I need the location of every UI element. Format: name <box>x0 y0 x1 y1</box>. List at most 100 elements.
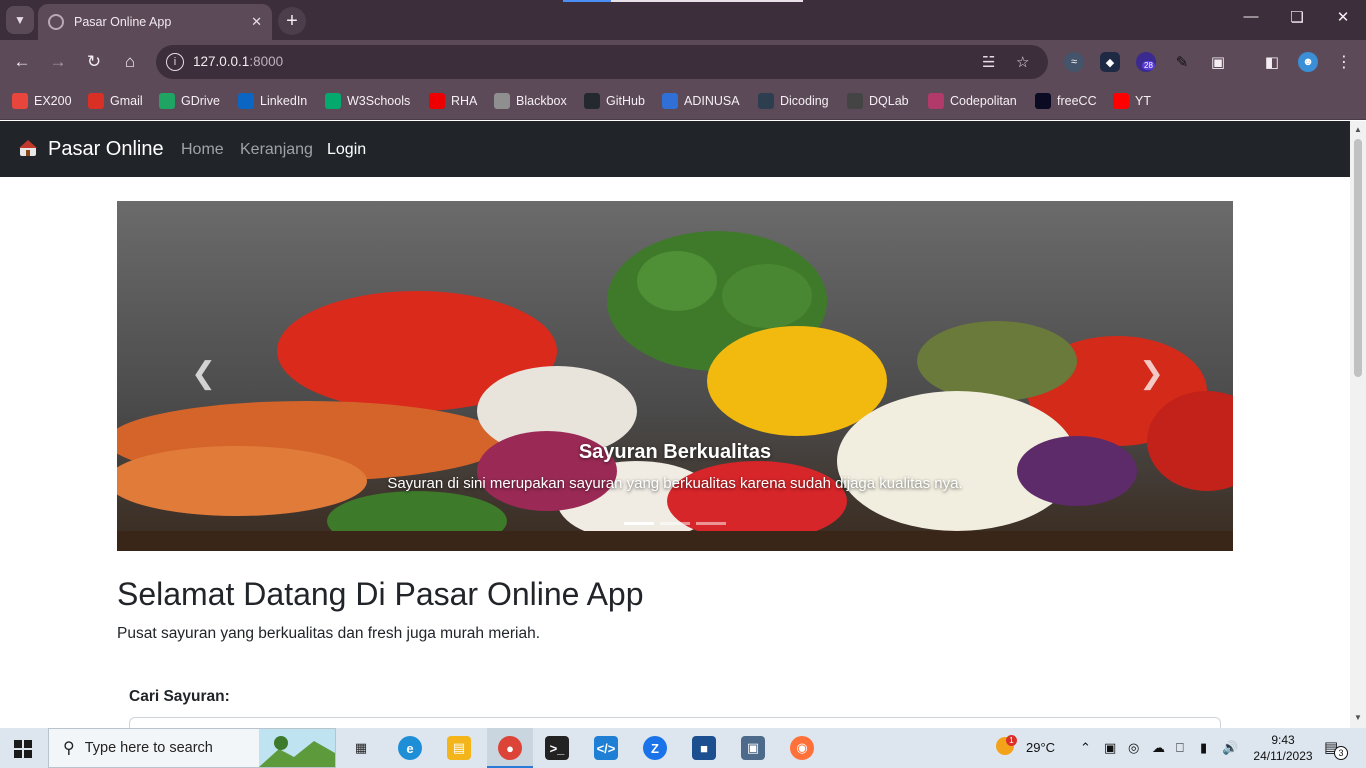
firefox-icon[interactable]: ◉ <box>790 736 814 760</box>
bookmark-label: DQLab <box>869 94 909 108</box>
forward-icon[interactable]: → <box>46 50 70 74</box>
weather-temp[interactable]: 29°C <box>1026 740 1055 755</box>
carousel-prev-icon[interactable]: ❮ <box>191 356 216 391</box>
nav-login[interactable]: Login <box>327 141 366 159</box>
notifications-icon[interactable]: ▤ 3 <box>1324 738 1348 760</box>
tab-title: Pasar Online App <box>74 15 172 29</box>
extensions-puzzle-icon[interactable]: ▣ <box>1208 52 1228 72</box>
reload-icon[interactable]: ↻ <box>82 50 106 74</box>
search-label: Cari Sayuran: <box>129 688 230 705</box>
bookmark-item[interactable]: Gmail <box>88 93 143 109</box>
windows-start-icon[interactable] <box>14 740 32 758</box>
bookmark-item[interactable]: EX200 <box>12 93 72 109</box>
bookmark-favicon-icon <box>159 93 175 109</box>
bookmark-label: YT <box>1135 94 1151 108</box>
brand-logo-icon <box>19 140 37 156</box>
system-clock[interactable]: 9:43 24/11/2023 <box>1252 732 1314 764</box>
search-input[interactable] <box>129 717 1221 728</box>
page-lead-text: Pusat sayuran yang berkualitas dan fresh… <box>117 625 541 642</box>
remote-desktop-icon[interactable]: ▣ <box>741 736 765 760</box>
virtualbox-icon[interactable]: ■ <box>692 736 716 760</box>
windows-taskbar: ⚲ Type here to search ▦ e ▤ ● >_ </> Z ■… <box>0 728 1366 768</box>
carousel-caption-text: Sayuran di sini merupakan sayuran yang b… <box>387 475 963 492</box>
bookmark-favicon-icon <box>12 93 28 109</box>
bookmark-item[interactable]: GDrive <box>159 93 220 109</box>
tab-active[interactable]: Pasar Online App ✕ <box>38 4 272 40</box>
translate-icon[interactable]: ☱ <box>982 53 995 71</box>
bookmark-label: freeCC <box>1057 94 1097 108</box>
profile-avatar[interactable]: ☻ <box>1298 52 1318 72</box>
onedrive-icon[interactable]: ☁ <box>1152 740 1165 756</box>
chrome-icon[interactable]: ● <box>498 736 522 760</box>
tab-search-button[interactable]: ▼ <box>6 6 34 34</box>
tray-expand-icon[interactable]: ⌃ <box>1080 740 1091 756</box>
volume-icon[interactable]: 🔊 <box>1222 740 1238 756</box>
page-favicon-icon <box>48 14 64 30</box>
window-close-icon[interactable]: ✕ <box>1320 8 1366 26</box>
carousel-next-icon[interactable]: ❯ <box>1139 356 1164 391</box>
new-tab-button[interactable]: + <box>278 7 306 35</box>
bookmark-favicon-icon <box>1035 93 1051 109</box>
bookmark-item[interactable]: LinkedIn <box>238 93 307 109</box>
bookmark-item[interactable]: Dicoding <box>758 93 829 109</box>
bookmark-item[interactable]: freeCC <box>1035 93 1097 109</box>
nav-keranjang[interactable]: Keranjang <box>240 141 313 159</box>
bookmark-label: Blackbox <box>516 94 567 108</box>
extension-wave-icon[interactable]: ≈ <box>1064 52 1084 72</box>
carousel-indicator[interactable] <box>660 522 690 525</box>
scroll-down-icon[interactable]: ▼ <box>1354 713 1362 722</box>
page-scrollbar[interactable]: ▲ ▼ <box>1350 121 1366 728</box>
site-info-icon[interactable]: i <box>166 53 184 71</box>
site-navbar: Pasar Online Home Keranjang Login <box>0 121 1350 177</box>
nav-home[interactable]: Home <box>181 141 224 159</box>
bookmark-label: Gmail <box>110 94 143 108</box>
zoom-icon[interactable]: Z <box>643 736 667 760</box>
browser-tab-strip: ▼ Pasar Online App ✕ + — ❏ ✕ <box>0 0 1366 40</box>
bookmark-item[interactable]: Codepolitan <box>928 93 1017 109</box>
bookmark-item[interactable]: DQLab <box>847 93 909 109</box>
minimize-icon[interactable]: — <box>1228 8 1274 25</box>
bookmark-item[interactable]: ADINUSA <box>662 93 740 109</box>
weather-icon[interactable]: 1 <box>996 735 1017 758</box>
tab-close-icon[interactable]: ✕ <box>251 14 262 30</box>
bookmark-label: LinkedIn <box>260 94 308 108</box>
bookmarks-bar: EX200 Gmail GDrive LinkedIn W3Schools RHA Blac… <box>0 84 1366 120</box>
edge-icon[interactable]: e <box>398 736 422 760</box>
restore-icon[interactable]: ❏ <box>1274 8 1320 26</box>
bookmark-label: GDrive <box>181 94 220 108</box>
meet-now-icon[interactable]: ◎ <box>1128 740 1139 756</box>
taskbar-search-box[interactable]: ⚲ Type here to search <box>48 728 336 768</box>
bookmark-item[interactable]: Blackbox <box>494 93 567 109</box>
bookmark-label: W3Schools <box>347 94 411 108</box>
scroll-up-icon[interactable]: ▲ <box>1354 125 1362 134</box>
side-panel-icon[interactable]: ◧ <box>1262 52 1282 72</box>
scrollbar-thumb[interactable] <box>1354 139 1362 377</box>
battery-icon[interactable]: ▮ <box>1200 740 1207 756</box>
back-icon[interactable]: ← <box>10 50 34 74</box>
brand-name[interactable]: Pasar Online <box>48 138 164 161</box>
vscode-icon[interactable]: </> <box>594 736 618 760</box>
network-icon[interactable]: ▣ <box>1104 740 1116 756</box>
extension-hat-icon[interactable]: 28 <box>1136 52 1156 72</box>
bookmark-label: RHA <box>451 94 478 108</box>
terminal-icon[interactable]: >_ <box>545 736 569 760</box>
bookmark-favicon-icon <box>88 93 104 109</box>
bookmark-item[interactable]: RHA <box>429 93 477 109</box>
address-bar[interactable]: i 127.0.0.1:8000 ☱ ☆ <box>156 45 1048 79</box>
extension-cube-icon[interactable]: ◆ <box>1100 52 1120 72</box>
menu-kebab-icon[interactable]: ⋮ <box>1334 52 1354 72</box>
bookmark-item[interactable]: W3Schools <box>325 93 410 109</box>
bookmark-item[interactable]: GitHub <box>584 93 645 109</box>
file-explorer-icon[interactable]: ▤ <box>447 736 471 760</box>
page-viewport: Pasar Online Home Keranjang Login ❮ ❯ Sa… <box>0 121 1350 728</box>
carousel-indicator[interactable] <box>624 522 654 525</box>
color-picker-icon[interactable]: ✎ <box>1172 52 1192 72</box>
carousel-indicator[interactable] <box>696 522 726 525</box>
bookmark-item[interactable]: YT <box>1113 93 1151 109</box>
home-icon[interactable]: ⌂ <box>118 50 142 74</box>
search-icon: ⚲ <box>63 740 75 757</box>
task-view-icon[interactable]: ▦ <box>349 736 373 760</box>
bookmark-star-icon[interactable]: ☆ <box>1016 53 1029 71</box>
display-icon[interactable]: ⎕ <box>1176 740 1184 756</box>
url-text[interactable]: 127.0.0.1:8000 <box>193 54 283 69</box>
